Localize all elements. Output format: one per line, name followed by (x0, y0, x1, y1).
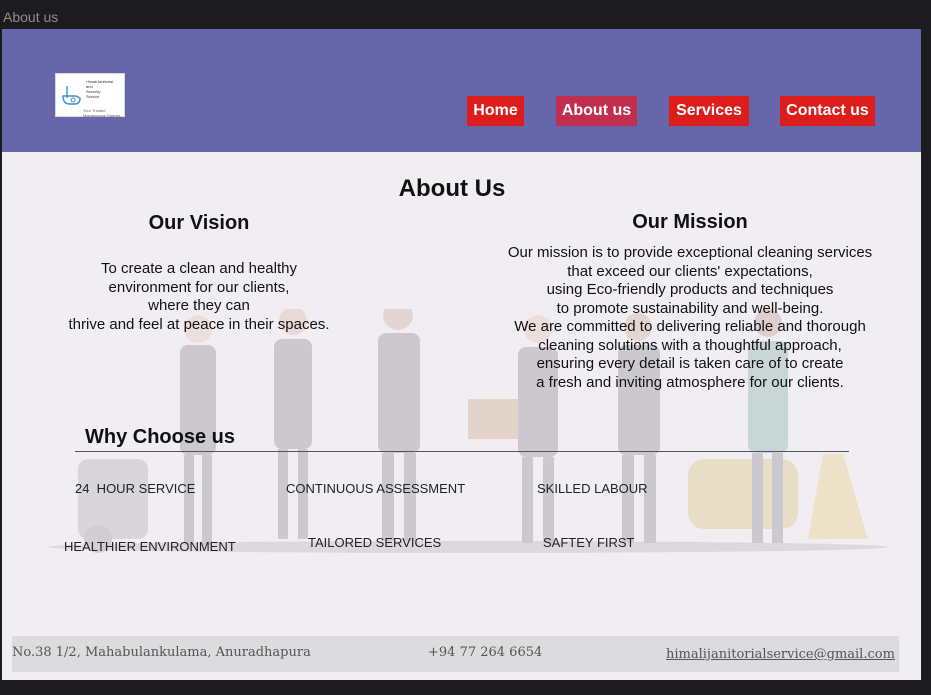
nav-home-button[interactable]: Home (467, 96, 524, 126)
mission-line: We are committed to delivering reliable … (514, 318, 866, 335)
mission-text: Our mission is to provide exceptional cl… (480, 244, 900, 392)
footer-address: No.38 1/2, Mahabulankulama, Anuradhapura (12, 645, 311, 660)
footer-email-link[interactable]: himalijanitorialservice@gmail.com (666, 647, 895, 662)
feature-item: CONTINUOUS ASSESSMENT (286, 481, 466, 496)
logo-line: Service (86, 94, 100, 99)
vision-line: where they can (148, 297, 250, 314)
vision-line: environment for our clients, (108, 278, 290, 296)
vision-text: To create a clean and healthy environmen… (49, 260, 349, 334)
page-title: About Us (398, 175, 506, 202)
nav-about-button[interactable]: About us (556, 96, 637, 126)
feature-item: 24 HOUR SERVICE (75, 481, 196, 496)
site-footer: No.38 1/2, Mahabulankulama, Anuradhapura… (12, 636, 899, 672)
cleaning-bucket-icon (62, 86, 81, 105)
feature-item: TAILORED SERVICES (308, 535, 442, 550)
mission-line: to promote sustainability and well-being… (556, 299, 824, 317)
feature-item: SAFTEY FIRST (543, 535, 635, 550)
mission-line: that exceed our clients' expectations, (567, 262, 813, 280)
vision-line: thrive and feel at peace in their spaces… (68, 315, 330, 333)
footer-phone[interactable]: +94 77 264 6654 (428, 645, 542, 660)
vision-heading: Our Vision (148, 212, 250, 234)
mission-line: using Eco-friendly products and techniqu… (546, 281, 834, 298)
mission-heading: Our Mission (632, 211, 748, 233)
window-title: About us (3, 9, 59, 25)
site-header: HimaliJanitorial and Security Service Yo… (2, 29, 921, 152)
mission-line: Our mission is to provide exceptional cl… (507, 244, 873, 261)
feature-item: HEALTHIER ENVIRONMENT (64, 539, 236, 554)
logo-tagline: Your Trusted Maintenance Partner (83, 108, 121, 118)
feature-item: SKILLED LABOUR (537, 481, 648, 496)
mission-line: a fresh and inviting atmosphere for our … (536, 373, 844, 391)
vision-line: To create a clean and healthy (101, 260, 297, 277)
nav-services-button[interactable]: Services (669, 96, 749, 126)
divider (75, 451, 849, 452)
nav-contact-button[interactable]: Contact us (780, 96, 875, 126)
company-logo[interactable]: HimaliJanitorial and Security Service Yo… (55, 73, 125, 118)
why-choose-heading: Why Choose us (85, 426, 236, 448)
mission-line: ensuring every detail is taken care of t… (536, 355, 844, 372)
mission-line: cleaning solutions with a thoughtful app… (538, 336, 842, 354)
page: HimaliJanitorial and Security Service Yo… (2, 29, 921, 680)
logo-text: HimaliJanitorial and Security Service Yo… (83, 79, 124, 118)
